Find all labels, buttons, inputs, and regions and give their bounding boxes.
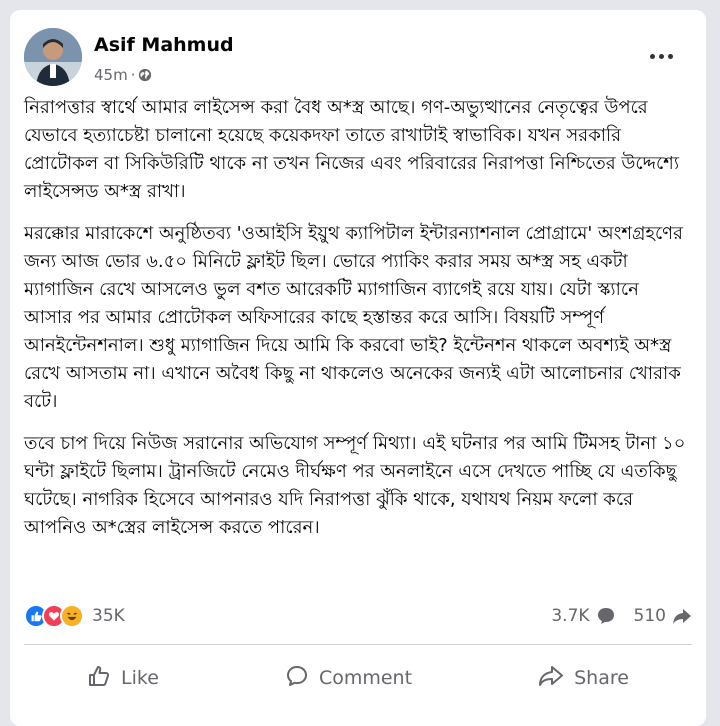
- author-name[interactable]: Asif Mahmud: [94, 34, 234, 56]
- post-stats: 35K 3.7K 510: [24, 602, 692, 630]
- comment-count-value: 3.7K: [551, 606, 590, 626]
- meta-separator: ·: [130, 66, 136, 84]
- post-paragraph: তবে চাপ দিয়ে নিউজ সরানোর অভিযোগ সম্পূর্…: [24, 433, 686, 538]
- post-time[interactable]: 45m: [94, 66, 128, 84]
- post-actions: Like Comment Share: [24, 652, 692, 704]
- post-meta: 45m ·: [94, 66, 152, 84]
- divider: [24, 644, 692, 645]
- more-options-icon[interactable]: [650, 50, 678, 62]
- haha-reaction-icon: [60, 604, 84, 628]
- post-header: Asif Mahmud 45m ·: [24, 28, 692, 88]
- share-arrow-small-icon: [673, 609, 691, 624]
- share-label: Share: [574, 667, 629, 689]
- reaction-count[interactable]: 35K: [92, 606, 125, 626]
- post-card: Asif Mahmud 45m · নিরাপত্তার স্বার্থে আম…: [10, 10, 706, 726]
- reactions-summary[interactable]: 35K: [24, 604, 125, 628]
- avatar[interactable]: [24, 28, 82, 86]
- post-body: নিরাপত্তার স্বার্থে আমার লাইসেন্স করা বৈ…: [24, 94, 692, 556]
- comment-bubble-icon: [597, 608, 614, 624]
- like-button[interactable]: Like: [73, 658, 173, 699]
- comment-label: Comment: [318, 667, 413, 689]
- comment-count[interactable]: 3.7K: [551, 606, 615, 626]
- share-arrow-icon: [538, 664, 564, 693]
- share-count-value: 510: [633, 606, 666, 626]
- comment-button[interactable]: Comment: [271, 658, 426, 699]
- share-count[interactable]: 510: [634, 606, 692, 626]
- share-button[interactable]: Share: [524, 658, 643, 699]
- post-paragraph: মরক্কোর মারাকেশে অনুষ্ঠিতব্য 'ওআইসি ইয়ু…: [24, 223, 683, 412]
- post-paragraph: নিরাপত্তার স্বার্থে আমার লাইসেন্স করা বৈ…: [24, 97, 680, 202]
- globe-icon[interactable]: [138, 68, 152, 82]
- like-label: Like: [121, 667, 159, 689]
- thumbs-up-icon: [87, 664, 111, 693]
- engagement-stats: 3.7K 510: [551, 606, 692, 626]
- speech-bubble-icon: [285, 664, 309, 693]
